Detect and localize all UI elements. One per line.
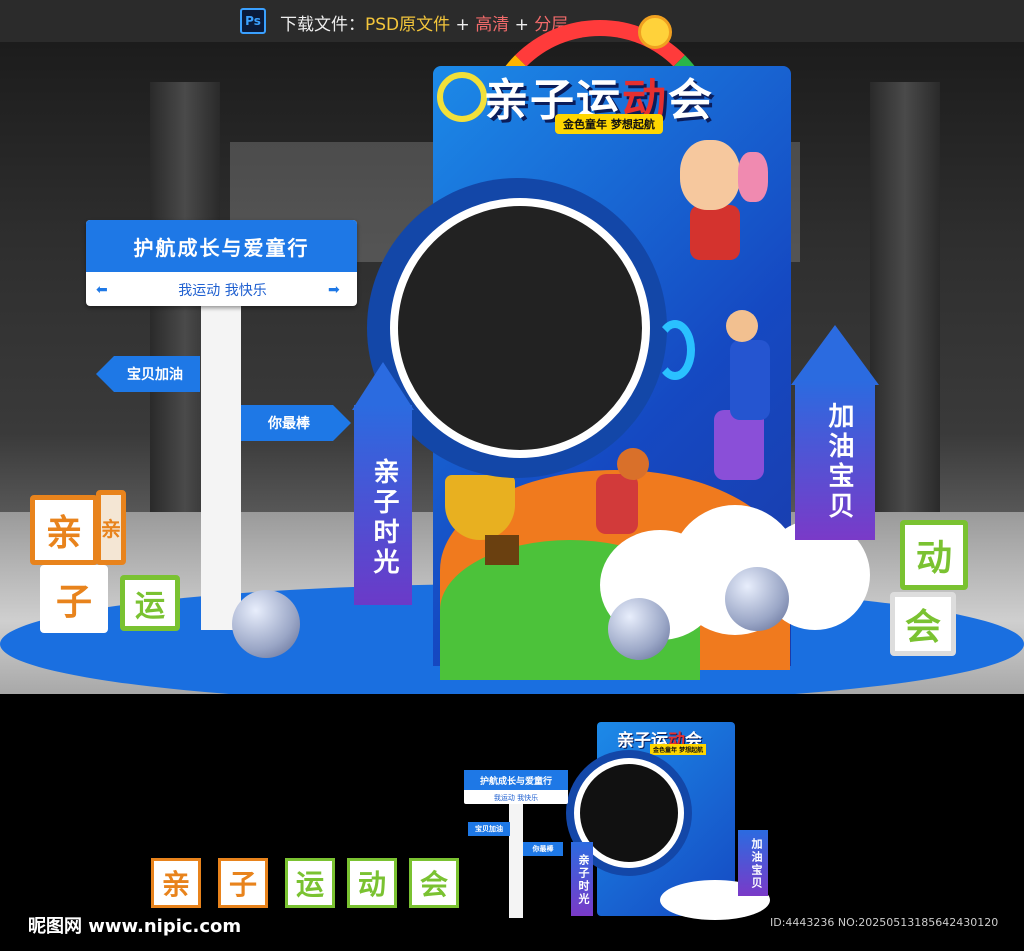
sun-icon [638, 15, 672, 49]
mini-board-subtitle: 金色童年 梦想起航 [650, 744, 707, 755]
decorative-sphere [232, 590, 300, 658]
mini-pillar-left-text: 亲子时光 [577, 854, 590, 906]
mini-signpost-pole [509, 800, 523, 918]
plus-sign: + [450, 15, 476, 35]
plus-sign: + [509, 15, 535, 35]
arrow-right-icon: ➡ [328, 282, 340, 298]
tag-left-text: 宝贝加油 [127, 367, 183, 383]
cartoon-kid [596, 474, 638, 534]
cartoon-dad-head [680, 140, 740, 210]
signpost-pole [201, 300, 241, 630]
mini-tag-right: 你最棒 [523, 842, 563, 856]
download-info-text: 下载文件：PSD原文件 + 高清 + 分层 [280, 10, 568, 35]
basketball-icon [617, 448, 649, 480]
mini-sign-title: 护航成长与爱童行 [464, 770, 568, 790]
arrow-up-icon [352, 362, 414, 410]
decorative-sphere [725, 567, 789, 631]
download-prefix: 下载文件： [280, 15, 365, 35]
block-hui: 会 [409, 858, 459, 908]
arrow-left-icon: ⬅ [96, 282, 108, 298]
cube-yun: 运 [120, 575, 180, 631]
cube-qin-side: 亲 [96, 490, 126, 565]
cube-qin: 亲 [30, 495, 98, 565]
decorative-sphere [608, 598, 670, 660]
arrow-up-icon [791, 325, 879, 385]
board-subtitle: 金色童年 梦想起航 [555, 114, 663, 134]
mini-sign-subtitle: 我运动 我快乐 [493, 794, 539, 802]
sign-subtitle: 我运动 我快乐 [178, 283, 267, 299]
title-part: 会 [668, 75, 714, 126]
background-pillar [870, 82, 940, 552]
psd-label: PSD原文件 [365, 15, 451, 35]
cube-hui: 会 [890, 592, 956, 656]
cartoon-girl [738, 152, 768, 202]
tag-right: 你最棒 [241, 405, 351, 441]
cube-zi: 子 [40, 565, 108, 633]
cartoon-dad-body [690, 205, 740, 260]
block-yun: 运 [285, 858, 335, 908]
mini-pillar-right-text: 加油宝贝 [750, 838, 763, 890]
hd-label: 高清 [475, 15, 510, 35]
block-zi: 子 [218, 858, 268, 908]
pillar-right-text: 加油宝贝 [824, 402, 854, 522]
photoshop-icon: Ps [240, 8, 266, 34]
tag-right-text: 你最棒 [268, 416, 310, 432]
trophy-base [485, 535, 519, 565]
photo-hole [390, 198, 650, 458]
mini-tag-left: 宝贝加油 [468, 822, 510, 836]
tag-left: 宝贝加油 [96, 356, 200, 392]
runner-head [726, 310, 758, 342]
site-watermark: 昵图网 www.nipic.com [28, 916, 242, 937]
ring-decoration [655, 320, 695, 380]
block-qin: 亲 [151, 858, 201, 908]
sign-title: 护航成长与爱童行 [86, 220, 357, 272]
pillar-left-text: 亲子时光 [369, 458, 399, 578]
ring-decoration [437, 72, 487, 122]
runner-legs [714, 410, 764, 480]
runner-body [730, 340, 770, 420]
block-dong: 动 [347, 858, 397, 908]
cube-dong: 动 [900, 520, 968, 590]
image-id-label: ID:4443236 NO:20250513185642430120 [770, 916, 999, 929]
